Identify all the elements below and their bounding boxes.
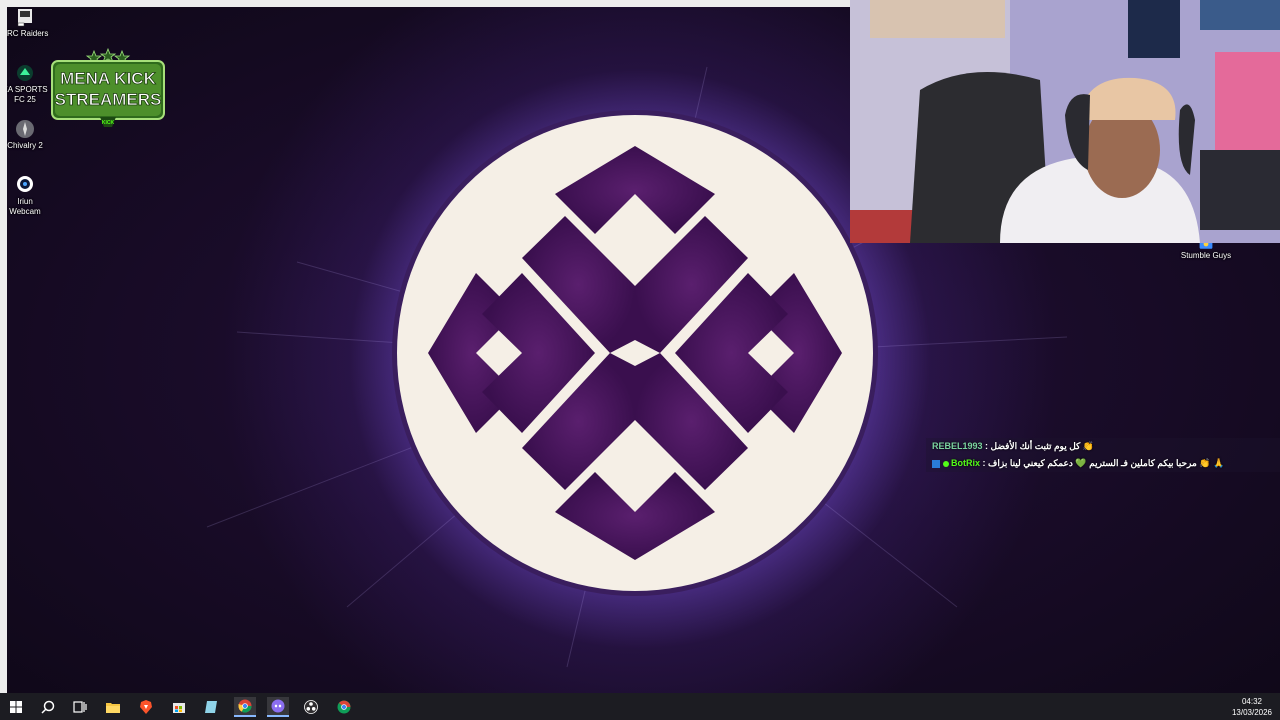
store-icon	[173, 703, 185, 713]
brave-button[interactable]	[135, 697, 157, 717]
channel-logo	[392, 110, 878, 596]
verified-badge-icon	[942, 460, 949, 467]
moderator-badge-icon	[932, 459, 940, 468]
discord-icon	[271, 699, 285, 713]
notepad-icon	[205, 701, 217, 713]
desktop-icon-label: Stumble Guys	[1180, 251, 1232, 260]
chat-username: REBEL1993	[932, 441, 983, 451]
chat-text: : كل يوم تثبت أنك الأفضل 👏	[985, 441, 1095, 451]
chivalry-icon	[16, 120, 34, 138]
iriun-webcam-icon	[17, 176, 33, 192]
desktop-icon-label: Chivalry 2	[7, 141, 43, 150]
obs-icon	[304, 700, 318, 714]
badge-kick-text: KICK	[102, 120, 115, 126]
search-icon	[41, 700, 55, 714]
clock-time: 04:32	[1241, 697, 1263, 706]
desktop-icon-iriun-webcam[interactable]: Iriun Webcam	[7, 175, 49, 217]
desktop-icon-label: EA SPORTS FC 25	[7, 85, 48, 104]
badge-line2: STREAMERS	[55, 90, 162, 109]
task-view-icon	[73, 701, 87, 713]
taskbar: 04:32 13/03/2026	[0, 693, 1280, 720]
brave-icon	[140, 700, 152, 714]
badge-line1: MENA KICK	[60, 69, 156, 88]
search-button[interactable]	[37, 697, 59, 717]
discord-button[interactable]	[267, 697, 289, 717]
chrome-icon	[238, 699, 252, 713]
start-button[interactable]	[5, 697, 27, 717]
chat-overlay: REBEL1993 : كل يوم تثبت أنك الأفضل 👏 Bot…	[926, 438, 1280, 472]
notepad-button[interactable]	[200, 697, 222, 717]
ea-sports-fc-icon	[17, 65, 33, 81]
task-view-button[interactable]	[69, 697, 91, 717]
desktop-icon-arc-raiders[interactable]: ARC Raiders	[7, 7, 49, 39]
desktop-icon-label: Iriun Webcam	[9, 197, 41, 216]
desktop-icon-label: ARC Raiders	[7, 29, 49, 38]
file-explorer-icon	[106, 703, 120, 713]
system-clock[interactable]: 04:32 13/03/2026	[1228, 696, 1276, 718]
store-button[interactable]	[168, 697, 190, 717]
chrome-profile-icon	[337, 700, 351, 714]
clock-date: 13/03/2026	[1231, 708, 1273, 717]
desktop-icon-chivalry[interactable]: Chivalry 2	[7, 119, 49, 151]
obs-button[interactable]	[300, 697, 322, 717]
arc-raiders-icon	[17, 9, 32, 27]
start-icon	[10, 701, 22, 713]
file-explorer-button[interactable]	[102, 697, 124, 717]
chat-message: REBEL1993 : كل يوم تثبت أنك الأفضل 👏	[932, 441, 1094, 452]
chrome-button[interactable]	[234, 697, 256, 717]
chat-username: BotRix	[951, 458, 981, 468]
webcam-feed	[850, 0, 1280, 243]
chat-text: : مرحبا بيكم كاملين فـ الستريم 💚 دعمكم ك…	[982, 458, 1225, 468]
desktop-icon-ea-sports-fc[interactable]: EA SPORTS FC 25	[7, 63, 49, 105]
chat-message: BotRix : مرحبا بيكم كاملين فـ الستريم 💚 …	[932, 458, 1224, 469]
mena-kick-streamers-badge: MENA KICK STREAMERS KICK	[51, 47, 165, 127]
chrome-profile-button[interactable]	[333, 697, 355, 717]
